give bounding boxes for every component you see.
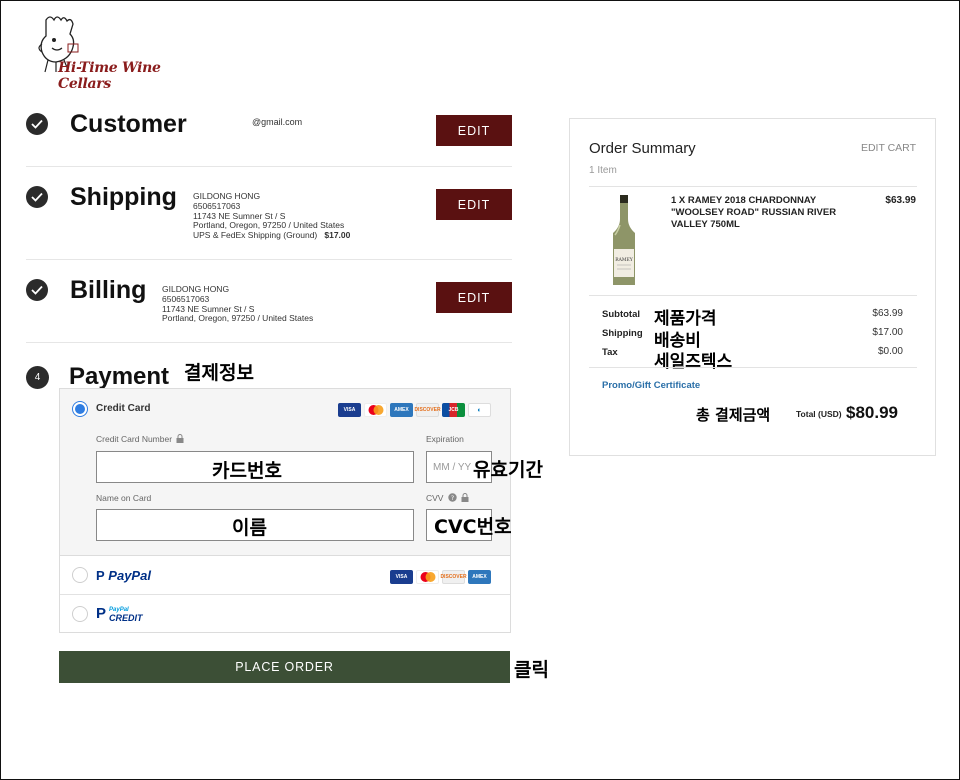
subtotal-value: $63.99 — [872, 308, 903, 319]
lock-icon — [176, 434, 184, 443]
shipping-title: Shipping — [70, 183, 177, 211]
shipping-value: $17.00 — [872, 327, 903, 338]
credit-card-label: Credit Card — [96, 403, 151, 414]
edit-billing-button[interactable]: EDIT — [436, 282, 512, 313]
order-summary-title: Order Summary — [589, 140, 696, 157]
svg-text:?: ? — [451, 494, 454, 502]
mastercard-icon — [416, 570, 439, 584]
promo-gift-link[interactable]: Promo/Gift Certificate — [602, 380, 700, 391]
edit-customer-button[interactable]: EDIT — [436, 115, 512, 146]
divider — [589, 186, 917, 187]
subtotal-label: Subtotal — [602, 309, 640, 320]
amex-icon: AMEX — [468, 570, 491, 584]
shipping-method-price: $17.00 — [324, 230, 351, 241]
item-name: 1 X RAMEY 2018 CHARDONNAY "WOOLSEY ROAD"… — [671, 195, 837, 230]
step-billing: Billing GILDONG HONG 6506517063 11743 NE… — [26, 276, 512, 327]
help-icon[interactable]: ? — [448, 493, 457, 502]
payment-methods-panel: Credit Card VISA AMEX DISCOVER JCB ◐ Cre… — [59, 388, 511, 633]
customer-title: Customer — [70, 110, 187, 138]
paypal-credit-option[interactable]: P PayPal CREDIT — [60, 595, 510, 634]
divider — [26, 342, 512, 343]
customer-email: @gmail.com — [252, 117, 303, 127]
name-on-card-label: Name on Card — [96, 493, 152, 503]
credit-card-radio[interactable] — [72, 401, 88, 417]
tax-label: Tax — [602, 347, 618, 358]
annotation-cvc: CVC번호 — [434, 516, 512, 538]
bottle-label: RAMEY — [615, 257, 634, 263]
shipping-method-line: UPS & FedEx Shipping (Ground) $17.00 — [193, 230, 351, 241]
paypal-radio[interactable] — [72, 567, 88, 583]
paypal-option[interactable]: P PayPal VISA DISCOVER AMEX — [60, 556, 510, 595]
billing-city: Portland, Oregon, 97250 / United States — [162, 313, 314, 324]
cvv-label-text: CVV — [426, 493, 444, 503]
step-shipping: Shipping GILDONG HONG 6506517063 11743 N… — [26, 183, 512, 244]
expiration-label: Expiration — [426, 434, 464, 444]
annotation-card-number: 카드번호 — [212, 460, 282, 482]
step-number-badge: 4 — [26, 366, 49, 389]
total-label: Total (USD) — [796, 409, 842, 419]
item-count: 1 Item — [589, 165, 617, 176]
shipping-label: Shipping — [602, 328, 643, 339]
billing-address: GILDONG HONG 6506517063 11743 NE Sumner … — [162, 284, 314, 324]
paypal-credit-radio[interactable] — [72, 606, 88, 622]
expiration-placeholder: MM / YY — [433, 461, 472, 473]
card-brand-logos: VISA AMEX DISCOVER JCB ◐ — [338, 403, 491, 417]
annotation-payment-info: 결제정보 — [184, 362, 254, 384]
shipping-method: UPS & FedEx Shipping (Ground) — [193, 230, 318, 241]
place-order-button[interactable]: PLACE ORDER — [59, 651, 510, 683]
annotation-name: 이름 — [232, 517, 267, 539]
divider — [26, 166, 512, 167]
annotation-sales-tax: 세일즈텍스 — [654, 352, 733, 372]
check-icon — [26, 279, 48, 301]
diners-icon: ◐ — [468, 403, 491, 417]
store-logo[interactable]: Hi-Time Wine Cellars — [34, 14, 184, 92]
divider — [589, 367, 917, 368]
store-name: Hi-Time Wine Cellars — [58, 60, 161, 92]
discover-icon: DISCOVER — [440, 570, 467, 584]
edit-shipping-button[interactable]: EDIT — [436, 189, 512, 220]
jcb-icon: JCB — [442, 403, 465, 417]
step-customer: Customer @gmail.com EDIT — [26, 110, 512, 146]
annotation-total-amount: 총 결제금액 — [696, 406, 771, 424]
divider — [26, 259, 512, 260]
amex-icon: AMEX — [390, 403, 413, 417]
paypal-credit-bottom: CREDIT — [109, 612, 143, 623]
visa-icon: VISA — [338, 403, 361, 417]
paypal-card-logos: VISA DISCOVER AMEX — [390, 570, 491, 584]
mastercard-icon — [364, 403, 387, 417]
wine-bottle-image: RAMEY — [613, 195, 635, 285]
paypal-credit-logo: P PayPal CREDIT — [96, 605, 143, 622]
lock-icon — [461, 493, 469, 502]
check-icon — [26, 113, 48, 135]
edit-cart-link[interactable]: EDIT CART — [861, 142, 916, 154]
payment-title: Payment — [69, 363, 170, 390]
paypal-p-icon: P — [96, 605, 107, 622]
paypal-label: PayPal — [108, 568, 151, 583]
tax-value: $0.00 — [877, 346, 903, 357]
annotation-click: 클릭 — [514, 659, 549, 681]
shipping-address: GILDONG HONG 6506517063 11743 NE Sumner … — [193, 191, 351, 241]
annotation-expiry: 유효기간 — [473, 459, 543, 481]
card-number-label-text: Credit Card Number — [96, 434, 173, 444]
visa-icon: VISA — [390, 570, 413, 584]
discover-icon: DISCOVER — [414, 403, 441, 417]
paypal-logo: P PayPal — [96, 568, 151, 583]
card-number-label: Credit Card Number — [96, 434, 184, 444]
cvv-label: CVV ? — [426, 493, 469, 503]
paypal-p-icon: P — [96, 568, 105, 583]
total-value: $80.99 — [846, 403, 898, 422]
check-icon — [26, 186, 48, 208]
billing-title: Billing — [70, 276, 147, 304]
divider — [589, 295, 917, 296]
order-summary: Order Summary EDIT CART 1 Item RAMEY 1 X… — [569, 118, 936, 456]
item-price: $63.99 — [885, 195, 916, 206]
